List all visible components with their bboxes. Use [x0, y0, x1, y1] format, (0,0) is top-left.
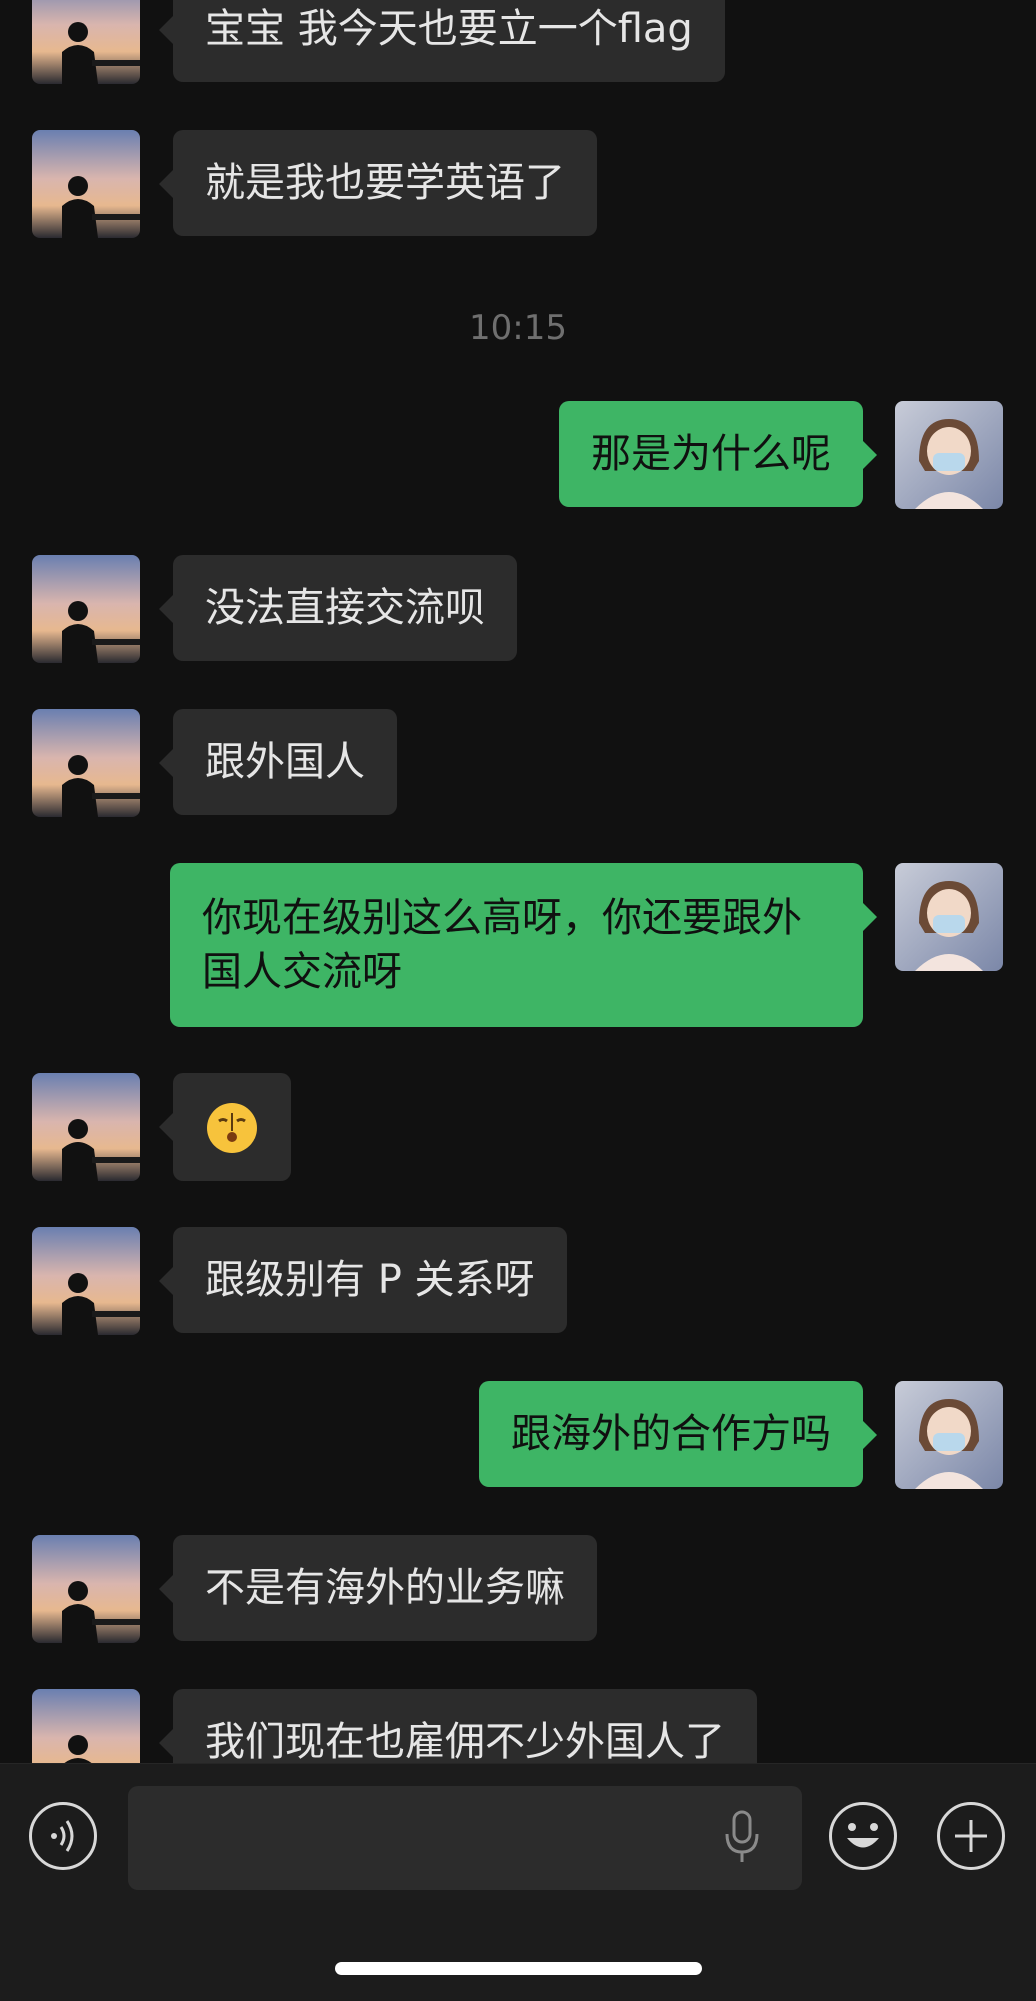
contact-avatar[interactable]: [32, 1689, 140, 1763]
chat-message-list[interactable]: 宝宝 我今天也要立一个flag 就是我也要学英语了 10:15 那是为什么呢 没…: [0, 0, 1036, 1763]
message-bubble[interactable]: 跟外国人: [159, 709, 397, 815]
plus-icon: [955, 1820, 987, 1852]
voice-icon: [51, 1820, 74, 1852]
message-bubble[interactable]: 你现在级别这么高呀，你还要跟外国人交流呀: [170, 863, 877, 1027]
contact-avatar[interactable]: [32, 1073, 140, 1181]
message-bubble[interactable]: 宝宝 我今天也要立一个flag: [159, 0, 725, 82]
kiss-emoji-icon: [205, 1101, 259, 1155]
emoji-button[interactable]: [829, 1802, 897, 1870]
message-bubble[interactable]: [159, 1073, 291, 1181]
contact-avatar[interactable]: [32, 0, 140, 84]
message-input[interactable]: [128, 1786, 802, 1890]
message-bubble[interactable]: 那是为什么呢: [559, 401, 877, 507]
contact-avatar[interactable]: [32, 130, 140, 238]
contact-avatar[interactable]: [32, 709, 140, 817]
emoji-smile-icon: [847, 1823, 879, 1848]
my-avatar[interactable]: [895, 401, 1003, 509]
message-bubble[interactable]: 就是我也要学英语了: [159, 130, 597, 236]
message-timestamp: 10:15: [469, 308, 567, 348]
message-bubble[interactable]: 我们现在也雇佣不少外国人了: [159, 1689, 757, 1763]
my-avatar[interactable]: [895, 1381, 1003, 1489]
message-bubble[interactable]: 跟海外的合作方吗: [479, 1381, 877, 1487]
more-actions-button[interactable]: [937, 1802, 1005, 1870]
home-indicator[interactable]: [335, 1962, 702, 1975]
my-avatar[interactable]: [895, 863, 1003, 971]
contact-avatar[interactable]: [32, 555, 140, 663]
contact-avatar[interactable]: [32, 1227, 140, 1335]
message-bubble[interactable]: 跟级别有 P 关系呀: [159, 1227, 567, 1333]
message-bubble[interactable]: 不是有海外的业务嘛: [159, 1535, 597, 1641]
message-bubble[interactable]: 没法直接交流呗: [159, 555, 517, 661]
mic-icon[interactable]: [722, 1810, 762, 1870]
contact-avatar[interactable]: [32, 1535, 140, 1643]
voice-toggle-button[interactable]: [29, 1802, 97, 1870]
